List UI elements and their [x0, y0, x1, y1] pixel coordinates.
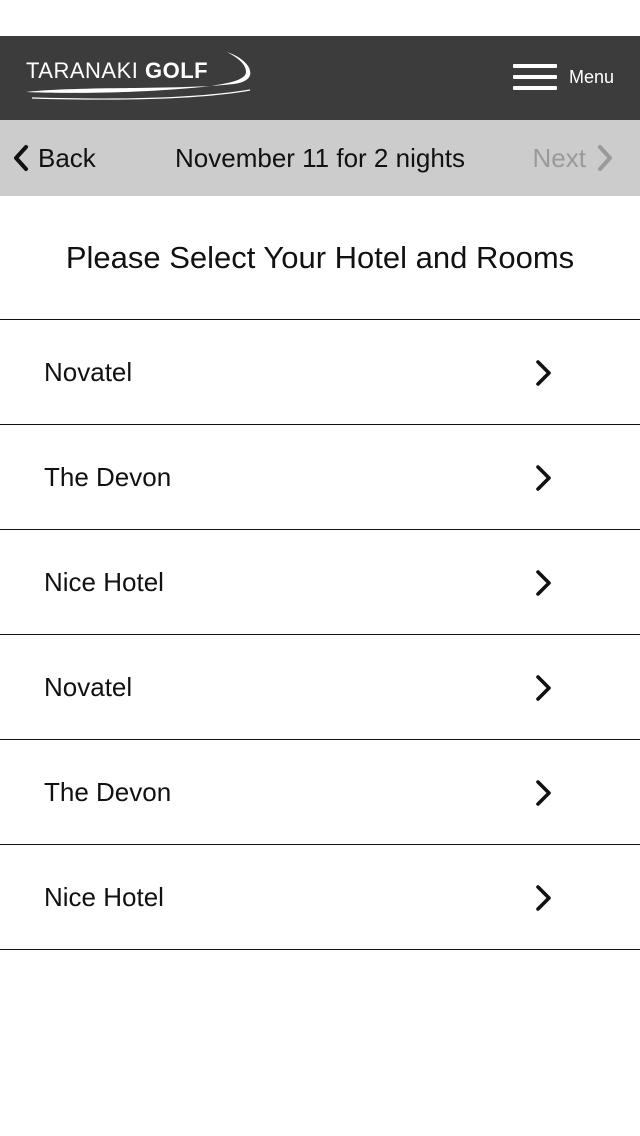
app-header: TARANAKI GOLF Menu [0, 36, 640, 120]
chevron-left-icon [14, 145, 28, 171]
chevron-right-icon [536, 780, 551, 806]
next-button[interactable]: Next [533, 120, 614, 196]
chevron-right-icon [536, 360, 551, 386]
hamburger-icon [512, 63, 557, 91]
back-button[interactable]: Back [12, 120, 96, 196]
hotel-name: Novatel [44, 356, 133, 387]
hotel-name: Nice Hotel [44, 881, 164, 912]
date-navigation-bar: Back November 11 for 2 nights Next [0, 120, 640, 196]
logo-text: TARANAKI GOLF [26, 58, 209, 83]
hotel-list-item[interactable]: The Devon [0, 425, 640, 530]
hotel-list-item[interactable]: Novatel [0, 635, 640, 740]
hotel-list: Novatel The Devon Nice Hotel Novatel The Dev… [0, 320, 640, 950]
menu-label: Menu [568, 66, 614, 87]
chevron-right-icon [536, 465, 551, 491]
status-bar-area [0, 0, 640, 36]
hotel-list-item[interactable]: Nice Hotel [0, 845, 640, 950]
chevron-right-icon [536, 885, 551, 911]
page-heading: Please Select Your Hotel and Rooms [0, 196, 640, 320]
taranaki-golf-logo[interactable]: TARANAKI GOLF [22, 50, 257, 106]
hotel-list-item[interactable]: The Devon [0, 740, 640, 845]
hotel-name: Nice Hotel [44, 566, 164, 597]
hotel-list-item[interactable]: Novatel [0, 320, 640, 425]
hotel-name: The Devon [44, 461, 172, 492]
hotel-name: Novatel [44, 671, 133, 702]
hotel-name: The Devon [44, 776, 172, 807]
hotel-list-item[interactable]: Nice Hotel [0, 530, 640, 635]
chevron-right-icon [598, 145, 612, 171]
chevron-right-icon [536, 675, 551, 701]
chevron-right-icon [536, 570, 551, 596]
next-label: Next [532, 142, 586, 173]
menu-button[interactable]: Menu [512, 60, 614, 94]
back-label: Back [38, 142, 96, 173]
